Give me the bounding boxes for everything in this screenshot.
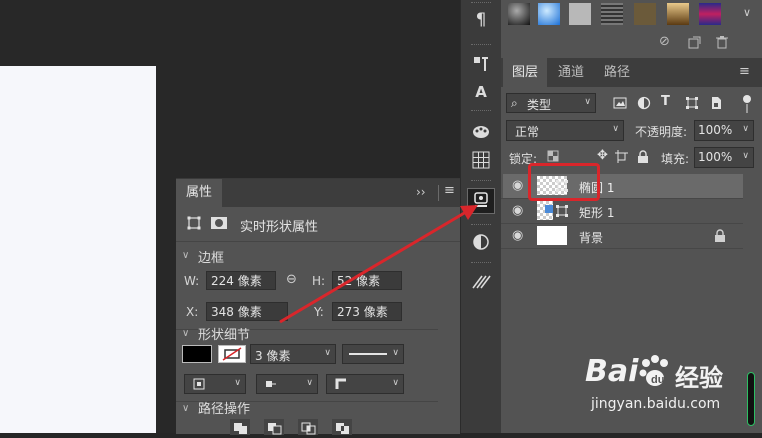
watermark-suffix: 经验 xyxy=(675,364,723,392)
watermark-url: jingyan.baidu.com xyxy=(591,396,721,412)
baidu-watermark: Bai du 经验 jingyan.baidu.com xyxy=(585,352,760,420)
svg-text:du: du xyxy=(651,374,664,386)
paw-icon: du xyxy=(637,354,673,391)
watermark-brand: Bai xyxy=(585,354,639,389)
